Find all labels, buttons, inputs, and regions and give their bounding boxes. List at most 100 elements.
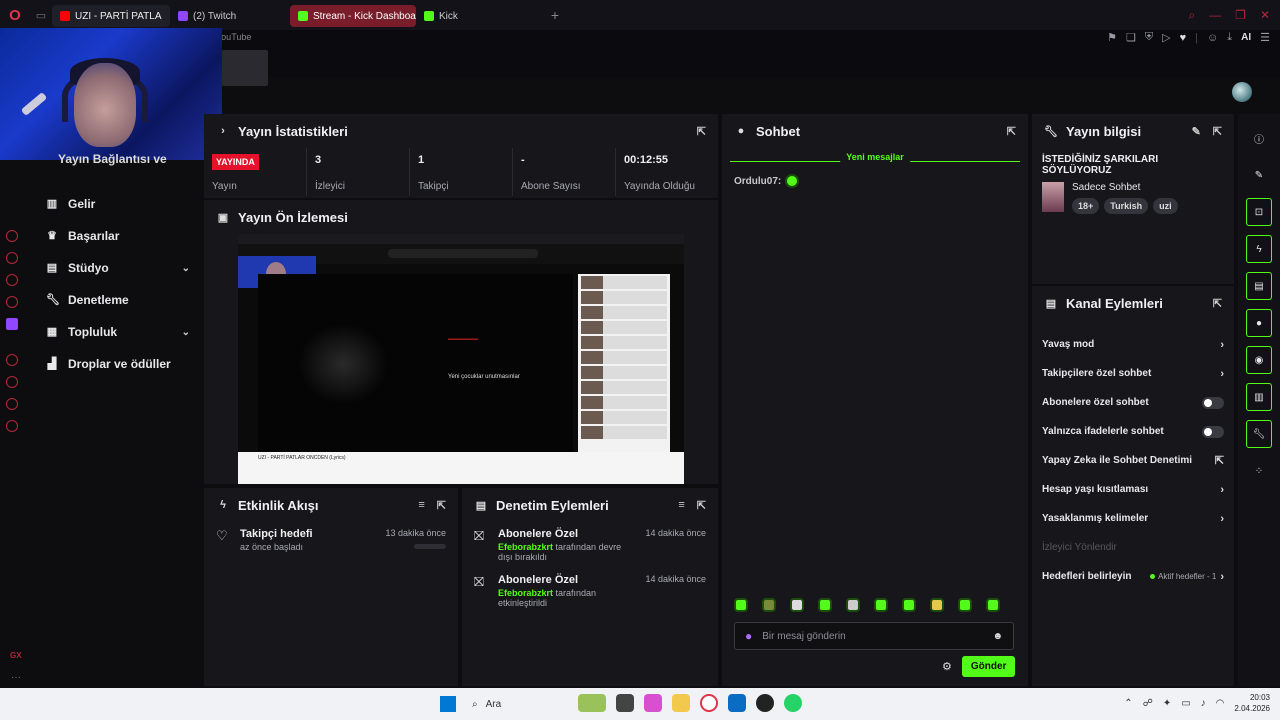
popout-icon[interactable]: ⇱ [1007,125,1016,138]
emoji-picker-icon[interactable]: ☻ [992,631,1003,642]
opera-logo-icon[interactable]: O [0,0,30,30]
volume-icon[interactable]: ♪ [1201,698,1206,709]
action-account-age[interactable]: Hesap yaşı kısıtlaması › [1032,475,1234,504]
bluetooth-icon[interactable]: ✦ [1163,698,1171,709]
avatar[interactable] [1232,82,1252,102]
popout-icon[interactable]: ⇱ [1213,297,1222,310]
edit-icon[interactable]: ✎ [1246,161,1272,189]
action-banned-words[interactable]: Yasaklanmış kelimeler › [1032,504,1234,533]
emote-icon[interactable] [902,598,916,612]
restore-button[interactable]: ❐ [1235,8,1246,23]
filter-icon[interactable]: ≡ [418,499,424,512]
broadcast-icon[interactable]: ◉ [1246,346,1272,374]
minimize-button[interactable]: — [1209,8,1221,23]
clock[interactable]: 20:03 2.04.2026 [1234,692,1270,714]
emote-icon[interactable] [930,598,944,612]
widget-icon[interactable] [578,694,606,712]
store-icon[interactable] [728,694,746,712]
whatsapp-icon[interactable] [784,694,802,712]
send-button[interactable]: Gönder [961,656,1016,677]
nav-item-moderation[interactable]: 🔧︎ Denetleme [38,284,198,316]
emote-icon[interactable] [818,598,832,612]
chevron-up-icon[interactable]: ⌃ [1124,698,1132,709]
chat-username[interactable]: Ordulu07: [734,176,781,187]
emote-only-toggle[interactable] [1202,425,1224,438]
scan-icon[interactable]: ⊡ [1246,198,1272,226]
nav-item-community[interactable]: ▦ Topluluk ⌄ [38,316,198,348]
action-followers-only[interactable]: Takipçilere özel sohbet › [1032,359,1234,388]
mod-username[interactable]: Efeborabzkrt [498,542,553,552]
folder-icon[interactable] [672,694,690,712]
lightning-icon[interactable]: ϟ [1246,235,1272,263]
nav-item-achievements[interactable]: ♛ Başarılar [38,220,198,252]
battery-icon[interactable]: ▭ [1181,698,1190,709]
tab-youtube[interactable]: UZI - PARTİ PATLA ✕ [52,5,170,27]
new-tab-button[interactable]: + [544,7,566,23]
emote-icon[interactable] [734,598,748,612]
menu-icon[interactable]: ☰ [1260,31,1270,44]
popout-icon[interactable]: ⇱ [1213,125,1222,138]
microphone-icon[interactable]: ● [745,629,752,643]
action-set-goals[interactable]: Hedefleri belirleyin Aktif hedefler - 1 … [1032,562,1234,591]
tab-twitch[interactable]: (2) Twitch [170,5,290,27]
mail-icon[interactable] [6,296,18,308]
windows-start-button[interactable] [440,696,456,712]
subscribers-only-toggle[interactable] [1202,396,1224,409]
tab-kick-dashboard[interactable]: Stream - Kick Dashboard [290,5,416,27]
obs-icon[interactable] [756,694,774,712]
close-window-button[interactable]: ✕ [1260,8,1270,23]
actions-icon[interactable]: ▥ [1246,383,1272,411]
popout-icon[interactable]: ⇱ [697,125,706,138]
filter-icon[interactable]: ≡ [678,499,684,512]
heart-icon[interactable]: ♥ [1180,32,1187,44]
workspace-icon[interactable]: ▭ [30,0,52,30]
tab-kick[interactable]: Kick [416,5,536,27]
stream-preview-video[interactable]: ▬▬▬▬▬▬ Yeni çocuklar unutmasınlar UZI - … [238,234,684,484]
copilot-icon[interactable] [644,694,662,712]
messenger-icon[interactable] [6,274,18,286]
file-icon[interactable] [616,694,634,712]
download-icon[interactable]: ⤓ [1227,31,1232,44]
emote-icon[interactable] [986,598,1000,612]
emote-icon[interactable] [958,598,972,612]
nav-item-studio[interactable]: ▤ Stüdyo ⌄ [38,252,198,284]
copy-icon[interactable]: ❏ [1126,31,1136,44]
search-icon[interactable]: ⌕ [1188,8,1195,23]
chat-input[interactable]: ● Bir mesaj gönderin ☻ [734,622,1014,650]
nav-item-revenue[interactable]: ▥ Gelir [38,188,198,220]
emote-icon[interactable] [874,598,888,612]
play-icon[interactable]: ▷ [1162,31,1170,44]
history-icon[interactable] [6,230,18,242]
account-icon[interactable]: ☺ [1207,32,1218,44]
opera-icon[interactable] [700,694,718,712]
more-icon[interactable]: ··· [11,672,21,683]
wifi-icon[interactable]: ◠ [1216,698,1225,709]
nav-item-drops[interactable]: ▟ Droplar ve ödüller [38,348,198,380]
emote-icon[interactable] [790,598,804,612]
emote-icon[interactable] [762,598,776,612]
pin-icon[interactable]: ⚑ [1107,31,1117,44]
clock-icon[interactable] [6,376,18,388]
bag-icon[interactable] [6,252,18,264]
network-icon[interactable]: ☍ [1143,698,1153,709]
nav-item-stream-key[interactable]: Yayın Bağlantısı ve Anahtarı [38,152,198,166]
wrench-icon[interactable]: 🔧︎ [1246,420,1272,448]
document-icon[interactable]: ▤ [1246,272,1272,300]
apps-icon[interactable]: ⁘ [1246,457,1272,485]
extensions-icon[interactable] [6,398,18,410]
player-icon[interactable] [6,354,18,366]
info-icon[interactable]: ⓘ [1246,124,1272,152]
twitch-icon[interactable] [6,318,18,330]
shield-icon[interactable]: ⛨ [1145,31,1153,44]
popout-icon[interactable]: ⇱ [697,499,706,512]
mod-username[interactable]: Efeborabzkrt [498,588,553,598]
action-ai-moderation[interactable]: Yapay Zeka ile Sohbet Denetimi ⇱ [1032,446,1234,475]
settings-icon[interactable] [6,420,18,432]
edit-icon[interactable]: ✎ [1192,125,1201,138]
ai-button[interactable]: AI [1241,32,1251,43]
emote-icon[interactable] [846,598,860,612]
chat-icon[interactable]: ● [1246,309,1272,337]
gear-icon[interactable]: ⚙ [942,660,952,673]
popout-icon[interactable]: ⇱ [437,499,446,512]
action-slow-mode[interactable]: Yavaş mod › [1032,330,1234,359]
